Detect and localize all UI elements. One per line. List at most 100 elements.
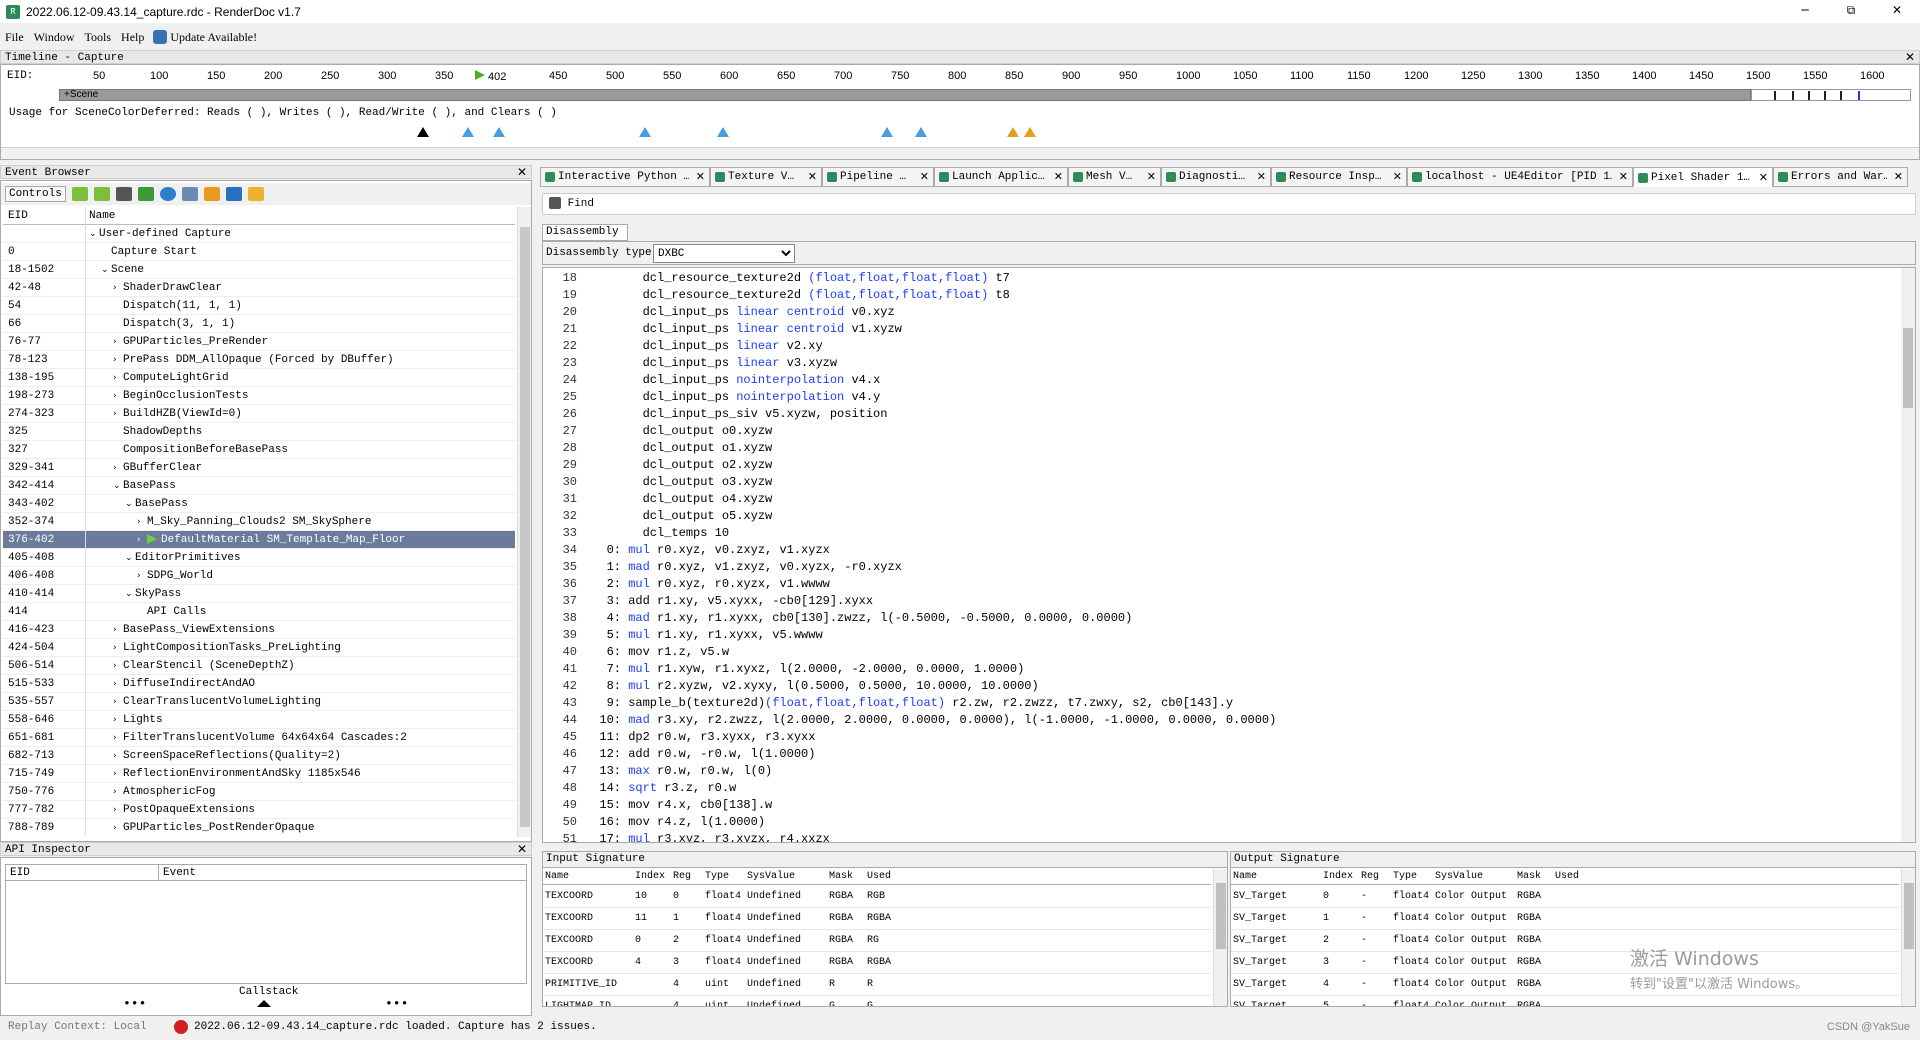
signature-scrollbar[interactable] (1901, 869, 1915, 1006)
collapsed-chevron-icon[interactable]: › (113, 711, 123, 729)
signature-column-header[interactable]: SysValue (1435, 869, 1483, 885)
code-line[interactable]: 50 16: mov r4.z, l(1.0000) (543, 814, 1883, 831)
event-row[interactable]: 352-374 › M_Sky_Panning_Clouds2 SM_SkySphe… (3, 513, 515, 531)
expanded-chevron-icon[interactable]: ⌄ (101, 261, 111, 279)
signature-row[interactable]: LIGHTMAP_ID 4 uint Undefined G G (543, 996, 1211, 1006)
collapsed-chevron-icon[interactable]: › (137, 513, 147, 531)
code-line[interactable]: 40 6: mov r1.z, v5.w (543, 644, 1883, 661)
dock-tab[interactable]: Launch Applic… ✕ (934, 167, 1068, 187)
close-tab-icon[interactable]: ✕ (920, 168, 929, 186)
event-row[interactable]: 76-77 › GPUParticles_PreRender (3, 333, 515, 351)
event-row[interactable]: 329-341 › GBufferClear (3, 459, 515, 477)
collapsed-chevron-icon[interactable]: › (113, 657, 123, 675)
callstack-left-handle[interactable]: ••• (123, 996, 146, 1011)
api-column-eid[interactable]: EID (10, 865, 30, 881)
minimize-button[interactable]: ─ (1782, 0, 1828, 23)
event-row[interactable]: 405-408 ⌄ EditorPrimitives (3, 549, 515, 567)
update-available-button[interactable]: Update Available! (149, 30, 257, 45)
code-line[interactable]: 23 dcl_input_ps linear v3.xyzw (543, 355, 1883, 372)
menu-tools[interactable]: Tools (80, 30, 117, 45)
code-line[interactable]: 37 3: add r1.xy, v5.xyxx, -cb0[129].xyxx (543, 593, 1883, 610)
collapsed-chevron-icon[interactable]: › (113, 783, 123, 801)
event-row[interactable]: 410-414 ⌄ SkyPass (3, 585, 515, 603)
signature-scrollbar[interactable] (1213, 869, 1227, 1006)
callstack-expand-icon[interactable] (257, 1000, 271, 1007)
code-line[interactable]: 42 8: mul r2.xyzw, v2.xyxy, l(0.5000, 0.… (543, 678, 1883, 695)
collapsed-chevron-icon[interactable]: › (113, 801, 123, 819)
collapsed-chevron-icon[interactable]: › (113, 747, 123, 765)
close-event-browser-icon[interactable]: ✕ (517, 165, 527, 179)
code-line[interactable]: 47 13: max r0.w, r0.w, l(0) (543, 763, 1883, 780)
event-row[interactable]: 138-195 › ComputeLightGrid (3, 369, 515, 387)
callstack-right-handle[interactable]: ••• (385, 996, 408, 1011)
api-column-event[interactable]: Event (158, 865, 196, 881)
event-row[interactable]: 515-533 › DiffuseIndirectAndAO (3, 675, 515, 693)
signature-column-header[interactable]: Type (1393, 869, 1417, 885)
code-line[interactable]: 48 14: sqrt r3.z, r0.w (543, 780, 1883, 797)
collapsed-chevron-icon[interactable]: › (113, 729, 123, 747)
code-line[interactable]: 25 dcl_input_ps nointerpolation v4.y (543, 389, 1883, 406)
event-row[interactable]: 274-323 › BuildHZB(ViewId=0) (3, 405, 515, 423)
collapsed-chevron-icon[interactable]: › (113, 387, 123, 405)
close-tab-icon[interactable]: ✕ (1393, 168, 1402, 186)
dock-tab[interactable]: Pixel Shader 1… ✕ (1633, 167, 1773, 187)
signature-row[interactable]: TEXCOORD 11 1 float4 Undefined RGBA RGBA (543, 908, 1211, 930)
event-row[interactable]: 54 Dispatch(11, 1, 1) (3, 297, 515, 315)
event-browser-scrollbar[interactable] (517, 207, 531, 837)
current-event-marker[interactable]: 402 (475, 70, 506, 83)
close-tab-icon[interactable]: ✕ (808, 168, 817, 186)
column-header-name[interactable]: Name (89, 207, 115, 225)
write-marker-icon[interactable] (915, 127, 927, 137)
collapsed-chevron-icon[interactable]: › (137, 567, 147, 585)
code-line[interactable]: 20 dcl_input_ps linear centroid v0.xyz (543, 304, 1883, 321)
event-row[interactable]: 788-789 › GPUParticles_PostRenderOpaque (3, 819, 515, 835)
signature-column-header[interactable]: Mask (829, 869, 853, 885)
signature-column-header[interactable]: Name (1233, 869, 1257, 885)
event-row[interactable]: 777-782 › PostOpaqueExtensions (3, 801, 515, 819)
code-scrollbar[interactable] (1901, 268, 1915, 842)
bookmark-flag-icon[interactable] (137, 187, 154, 201)
code-line[interactable]: 32 dcl_output o5.xyzw (543, 508, 1883, 525)
event-row[interactable]: 750-776 › AtmosphericFog (3, 783, 515, 801)
tab-disassembly[interactable]: Disassembly (542, 224, 628, 241)
code-line[interactable]: 35 1: mad r0.xyz, v1.zxyz, v0.xyzx, -r0.… (543, 559, 1883, 576)
expanded-chevron-icon[interactable]: ⌄ (125, 549, 135, 567)
close-tab-icon[interactable]: ✕ (1147, 168, 1156, 186)
event-row[interactable]: 715-749 › ReflectionEnvironmentAndSky 1185… (3, 765, 515, 783)
code-line[interactable]: 29 dcl_output o2.xyzw (543, 457, 1883, 474)
write-marker-icon[interactable] (717, 127, 729, 137)
write-marker-icon[interactable] (639, 127, 651, 137)
code-line[interactable]: 43 9: sample_b(texture2d)(float,float,fl… (543, 695, 1883, 712)
collapsed-chevron-icon[interactable]: › (113, 621, 123, 639)
code-line[interactable]: 31 dcl_output o4.xyzw (543, 491, 1883, 508)
code-line[interactable]: 19 dcl_resource_texture2d (float,float,f… (543, 287, 1883, 304)
dock-tab[interactable]: Diagnosti… ✕ (1161, 167, 1271, 187)
event-row[interactable]: 414 API Calls (3, 603, 515, 621)
event-row[interactable]: 506-514 › ClearStencil (SceneDepthZ) (3, 657, 515, 675)
expanded-chevron-icon[interactable]: ⌄ (125, 495, 135, 513)
collapsed-chevron-icon[interactable]: › (113, 369, 123, 387)
collapsed-chevron-icon[interactable]: › (113, 693, 123, 711)
collapsed-chevron-icon[interactable]: › (113, 405, 123, 423)
code-line[interactable]: 26 dcl_input_ps_siv v5.xyzw, position (543, 406, 1883, 423)
code-line[interactable]: 36 2: mul r0.xyz, r0.xyzx, v1.wwww (543, 576, 1883, 593)
code-line[interactable]: 28 dcl_output o1.xyzw (543, 440, 1883, 457)
event-row[interactable]: 327 CompositionBeforeBasePass (3, 441, 515, 459)
event-row[interactable]: 535-557 › ClearTranslucentVolumeLighting (3, 693, 515, 711)
code-line[interactable]: 51 17: mul r3.xyz, r3.xyzx, r4.xxzx (543, 831, 1883, 842)
event-row[interactable]: 78-123 › PrePass DDM_AllOpaque (Forced by … (3, 351, 515, 369)
code-line[interactable]: 27 dcl_output o0.xyzw (543, 423, 1883, 440)
write-marker-icon[interactable] (493, 127, 505, 137)
read-marker-icon[interactable] (417, 127, 429, 137)
menu-window[interactable]: Window (29, 30, 80, 45)
expanded-chevron-icon[interactable]: ⌄ (125, 585, 135, 603)
dock-tab[interactable]: Texture V… ✕ (710, 167, 822, 187)
collapsed-chevron-icon[interactable]: › (113, 639, 123, 657)
readwrite-marker-icon[interactable] (1024, 127, 1036, 137)
dock-tab[interactable]: Interactive Python … ✕ (540, 167, 710, 187)
expanded-chevron-icon[interactable]: ⌄ (113, 477, 123, 495)
code-line[interactable]: 33 dcl_temps 10 (543, 525, 1883, 542)
close-tab-icon[interactable]: ✕ (1894, 168, 1903, 186)
close-tab-icon[interactable]: ✕ (1759, 169, 1768, 187)
code-line[interactable]: 22 dcl_input_ps linear v2.xy (543, 338, 1883, 355)
